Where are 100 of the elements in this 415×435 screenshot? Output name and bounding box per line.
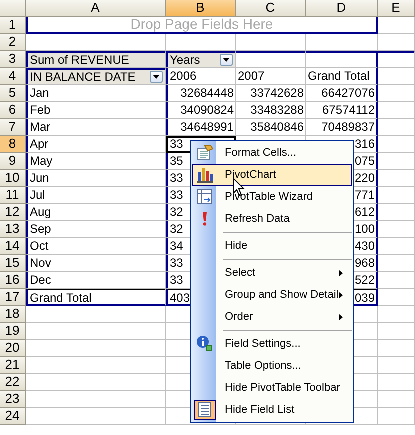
empty-cell bbox=[378, 306, 415, 323]
table-cell: Nov bbox=[26, 255, 166, 272]
empty-cell bbox=[378, 204, 415, 221]
empty-cell bbox=[378, 187, 415, 204]
row-header[interactable]: 20 bbox=[0, 340, 26, 357]
column-header[interactable]: A bbox=[26, 0, 166, 17]
row-header[interactable]: 18 bbox=[0, 306, 26, 323]
table-cell: Jun bbox=[26, 170, 166, 187]
row-header[interactable]: 16 bbox=[0, 272, 26, 289]
field-button[interactable]: Years bbox=[166, 51, 236, 68]
exclamation-icon bbox=[203, 212, 207, 226]
empty-cell bbox=[378, 323, 415, 340]
empty-cell bbox=[378, 238, 415, 255]
row-header[interactable]: 1 bbox=[0, 17, 26, 34]
row-header[interactable]: 4 bbox=[0, 68, 26, 85]
table-cell: 32684448 bbox=[166, 85, 236, 102]
column-header[interactable]: C bbox=[236, 0, 306, 17]
table-cell: Jul bbox=[26, 187, 166, 204]
empty-cell bbox=[378, 272, 415, 289]
row-header[interactable]: 10 bbox=[0, 170, 26, 187]
submenu-arrow-icon bbox=[339, 314, 343, 320]
empty-cell bbox=[378, 340, 415, 357]
empty-cell bbox=[378, 153, 415, 170]
empty-cell bbox=[378, 119, 415, 136]
dropdown-button[interactable] bbox=[220, 54, 233, 66]
table-cell: 33742628 bbox=[236, 85, 306, 102]
submenu-arrow-icon bbox=[339, 270, 343, 276]
field-button[interactable]: IN BALANCE DATE bbox=[26, 68, 166, 85]
empty-cell bbox=[378, 34, 415, 51]
row-header[interactable]: 22 bbox=[0, 374, 26, 391]
empty-cell bbox=[306, 51, 378, 68]
menu-item[interactable]: Field Settings... bbox=[192, 333, 352, 355]
empty-cell bbox=[378, 408, 415, 425]
table-cell: Grand Total bbox=[306, 68, 378, 85]
menu-item[interactable]: Table Options... bbox=[192, 355, 352, 377]
column-header[interactable]: E bbox=[378, 0, 415, 17]
row-header[interactable]: 11 bbox=[0, 187, 26, 204]
row-header[interactable]: 17 bbox=[0, 289, 26, 306]
table-wizard-icon bbox=[196, 188, 214, 206]
empty-cell bbox=[378, 289, 415, 306]
row-header[interactable]: 23 bbox=[0, 391, 26, 408]
column-header[interactable]: D bbox=[306, 0, 378, 17]
table-cell: May bbox=[26, 153, 166, 170]
caret-icon bbox=[153, 75, 160, 79]
table-cell: 33483288 bbox=[236, 102, 306, 119]
empty-cell bbox=[378, 391, 415, 408]
row-header[interactable]: 9 bbox=[0, 153, 26, 170]
table-cell: 67574112 bbox=[306, 102, 378, 119]
table-cell: 70489837 bbox=[306, 119, 378, 136]
row-header[interactable]: 14 bbox=[0, 238, 26, 255]
row-header[interactable]: 8 bbox=[0, 136, 26, 153]
caret-icon bbox=[223, 58, 230, 62]
format-cells-icon bbox=[196, 144, 214, 162]
menu-item[interactable]: Order bbox=[192, 306, 352, 328]
table-cell: 35840846 bbox=[236, 119, 306, 136]
empty-cell bbox=[378, 68, 415, 85]
row-header[interactable]: 19 bbox=[0, 323, 26, 340]
table-cell: Feb bbox=[26, 102, 166, 119]
table-cell: Sep bbox=[26, 221, 166, 238]
table-cell: Apr bbox=[26, 136, 166, 153]
info-icon bbox=[196, 335, 214, 353]
row-header[interactable]: 7 bbox=[0, 119, 26, 136]
row-header[interactable]: 5 bbox=[0, 85, 26, 102]
select-all-corner[interactable] bbox=[0, 0, 26, 17]
table-cell: 34648991 bbox=[166, 119, 236, 136]
row-header[interactable]: 24 bbox=[0, 408, 26, 425]
row-header[interactable]: 15 bbox=[0, 255, 26, 272]
menu-item[interactable]: Hide Field List bbox=[192, 399, 352, 421]
table-cell: Oct bbox=[26, 238, 166, 255]
row-header[interactable]: 6 bbox=[0, 102, 26, 119]
total-label: Grand Total bbox=[26, 289, 166, 306]
table-cell: 2007 bbox=[236, 68, 306, 85]
row-header[interactable]: 2 bbox=[0, 34, 26, 51]
empty-cell bbox=[378, 102, 415, 119]
empty-cell bbox=[306, 34, 378, 51]
table-cell: Dec bbox=[26, 272, 166, 289]
column-header[interactable]: B bbox=[166, 0, 236, 17]
table-cell: Mar bbox=[26, 119, 166, 136]
table-cell: 34090824 bbox=[166, 102, 236, 119]
submenu-arrow-icon bbox=[339, 292, 343, 298]
row-header[interactable]: 21 bbox=[0, 357, 26, 374]
field-button[interactable]: Sum of REVENUE bbox=[26, 51, 166, 68]
row-header[interactable]: 3 bbox=[0, 51, 26, 68]
empty-cell bbox=[378, 221, 415, 238]
empty-cell bbox=[236, 34, 306, 51]
empty-cell bbox=[378, 85, 415, 102]
empty-cell bbox=[378, 170, 415, 187]
empty-cell bbox=[378, 374, 415, 391]
table-cell: 2006 bbox=[166, 68, 236, 85]
table-cell: Jan bbox=[26, 85, 166, 102]
empty-cell bbox=[378, 51, 415, 68]
dropdown-button[interactable] bbox=[150, 71, 163, 83]
row-header[interactable]: 12 bbox=[0, 204, 26, 221]
row-header[interactable]: 13 bbox=[0, 221, 26, 238]
drop-zone-hint: Drop Page Fields Here bbox=[26, 17, 378, 34]
table-cell: 66427076 bbox=[306, 85, 378, 102]
empty-cell bbox=[378, 136, 415, 153]
table-cell: Aug bbox=[26, 204, 166, 221]
menu-item[interactable]: Hide PivotTable Toolbar bbox=[192, 377, 352, 399]
empty-cell bbox=[378, 17, 415, 34]
